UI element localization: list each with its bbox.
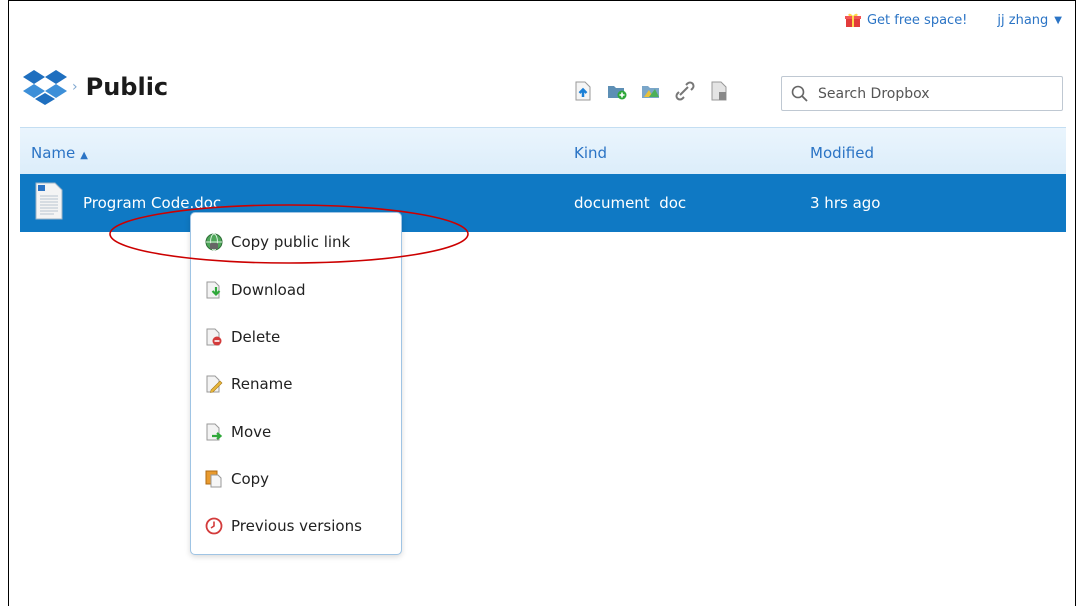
menu-item-label: Download <box>231 281 306 299</box>
file-modified: 3 hrs ago <box>810 194 881 212</box>
new-shared-folder-button[interactable] <box>640 80 662 102</box>
menu-item-copy-public-link[interactable]: Copy public link <box>205 233 350 251</box>
download-icon <box>205 281 223 299</box>
menu-item-download[interactable]: Download <box>205 281 306 299</box>
context-menu: Copy public link Download Delete Rename … <box>190 212 402 555</box>
toolbar <box>572 80 742 102</box>
dropbox-logo-icon[interactable] <box>22 68 68 106</box>
breadcrumb: › Public <box>22 68 168 106</box>
menu-item-label: Previous versions <box>231 517 362 535</box>
file-kind: document doc <box>574 194 687 212</box>
menu-item-copy[interactable]: Copy <box>205 470 269 488</box>
upload-button[interactable] <box>572 80 594 102</box>
menu-item-label: Copy public link <box>231 233 351 251</box>
menu-item-label: Move <box>231 423 272 441</box>
menu-item-rename[interactable]: Rename <box>205 375 293 393</box>
column-name-label: Name <box>31 144 76 162</box>
search-box[interactable] <box>781 76 1063 111</box>
show-deleted-button[interactable] <box>708 80 730 102</box>
upload-icon <box>575 81 591 101</box>
page-title: Public <box>85 73 169 101</box>
menu-item-label: Copy <box>231 470 270 488</box>
column-header-modified[interactable]: Modified <box>810 144 874 162</box>
column-header-name[interactable]: Name ▲ <box>31 144 88 162</box>
get-free-space-link[interactable]: Get free space! <box>844 12 968 28</box>
file-name: Program Code.doc <box>83 194 222 212</box>
column-header-kind[interactable]: Kind <box>574 144 607 162</box>
new-folder-button[interactable] <box>606 80 628 102</box>
copy-icon <box>205 470 223 488</box>
menu-item-delete[interactable]: Delete <box>205 328 280 346</box>
public-link-icon <box>205 233 223 251</box>
menu-item-move[interactable]: Move <box>205 423 271 441</box>
show-deleted-icon <box>711 81 727 101</box>
user-name: jj zhang <box>997 12 1049 28</box>
menu-item-previous-versions[interactable]: Previous versions <box>205 517 362 535</box>
menu-item-label: Rename <box>231 375 293 393</box>
sort-ascending-icon: ▲ <box>80 150 88 161</box>
move-icon <box>205 423 223 441</box>
new-shared-folder-icon <box>642 86 659 98</box>
share-link-button[interactable] <box>674 80 696 102</box>
clock-icon <box>205 517 223 535</box>
new-folder-icon <box>608 86 627 100</box>
get-free-space-label: Get free space! <box>866 12 968 28</box>
rename-icon <box>205 375 223 393</box>
gift-icon <box>844 13 861 27</box>
file-list-header: Name ▲ Kind Modified <box>20 127 1066 174</box>
chevron-down-icon: ▼ <box>1054 14 1062 26</box>
document-file-icon <box>35 182 63 220</box>
breadcrumb-separator: › <box>72 79 78 95</box>
delete-icon <box>205 328 223 346</box>
search-input[interactable] <box>816 84 1060 103</box>
share-link-icon <box>675 81 695 101</box>
user-menu[interactable]: jj zhang ▼ <box>997 13 1062 28</box>
menu-item-label: Delete <box>231 328 281 346</box>
table-row[interactable]: Program Code.doc document doc 3 hrs ago <box>20 174 1066 232</box>
search-icon <box>791 85 808 102</box>
top-bar: Get free space! jj zhang ▼ <box>844 12 1062 28</box>
